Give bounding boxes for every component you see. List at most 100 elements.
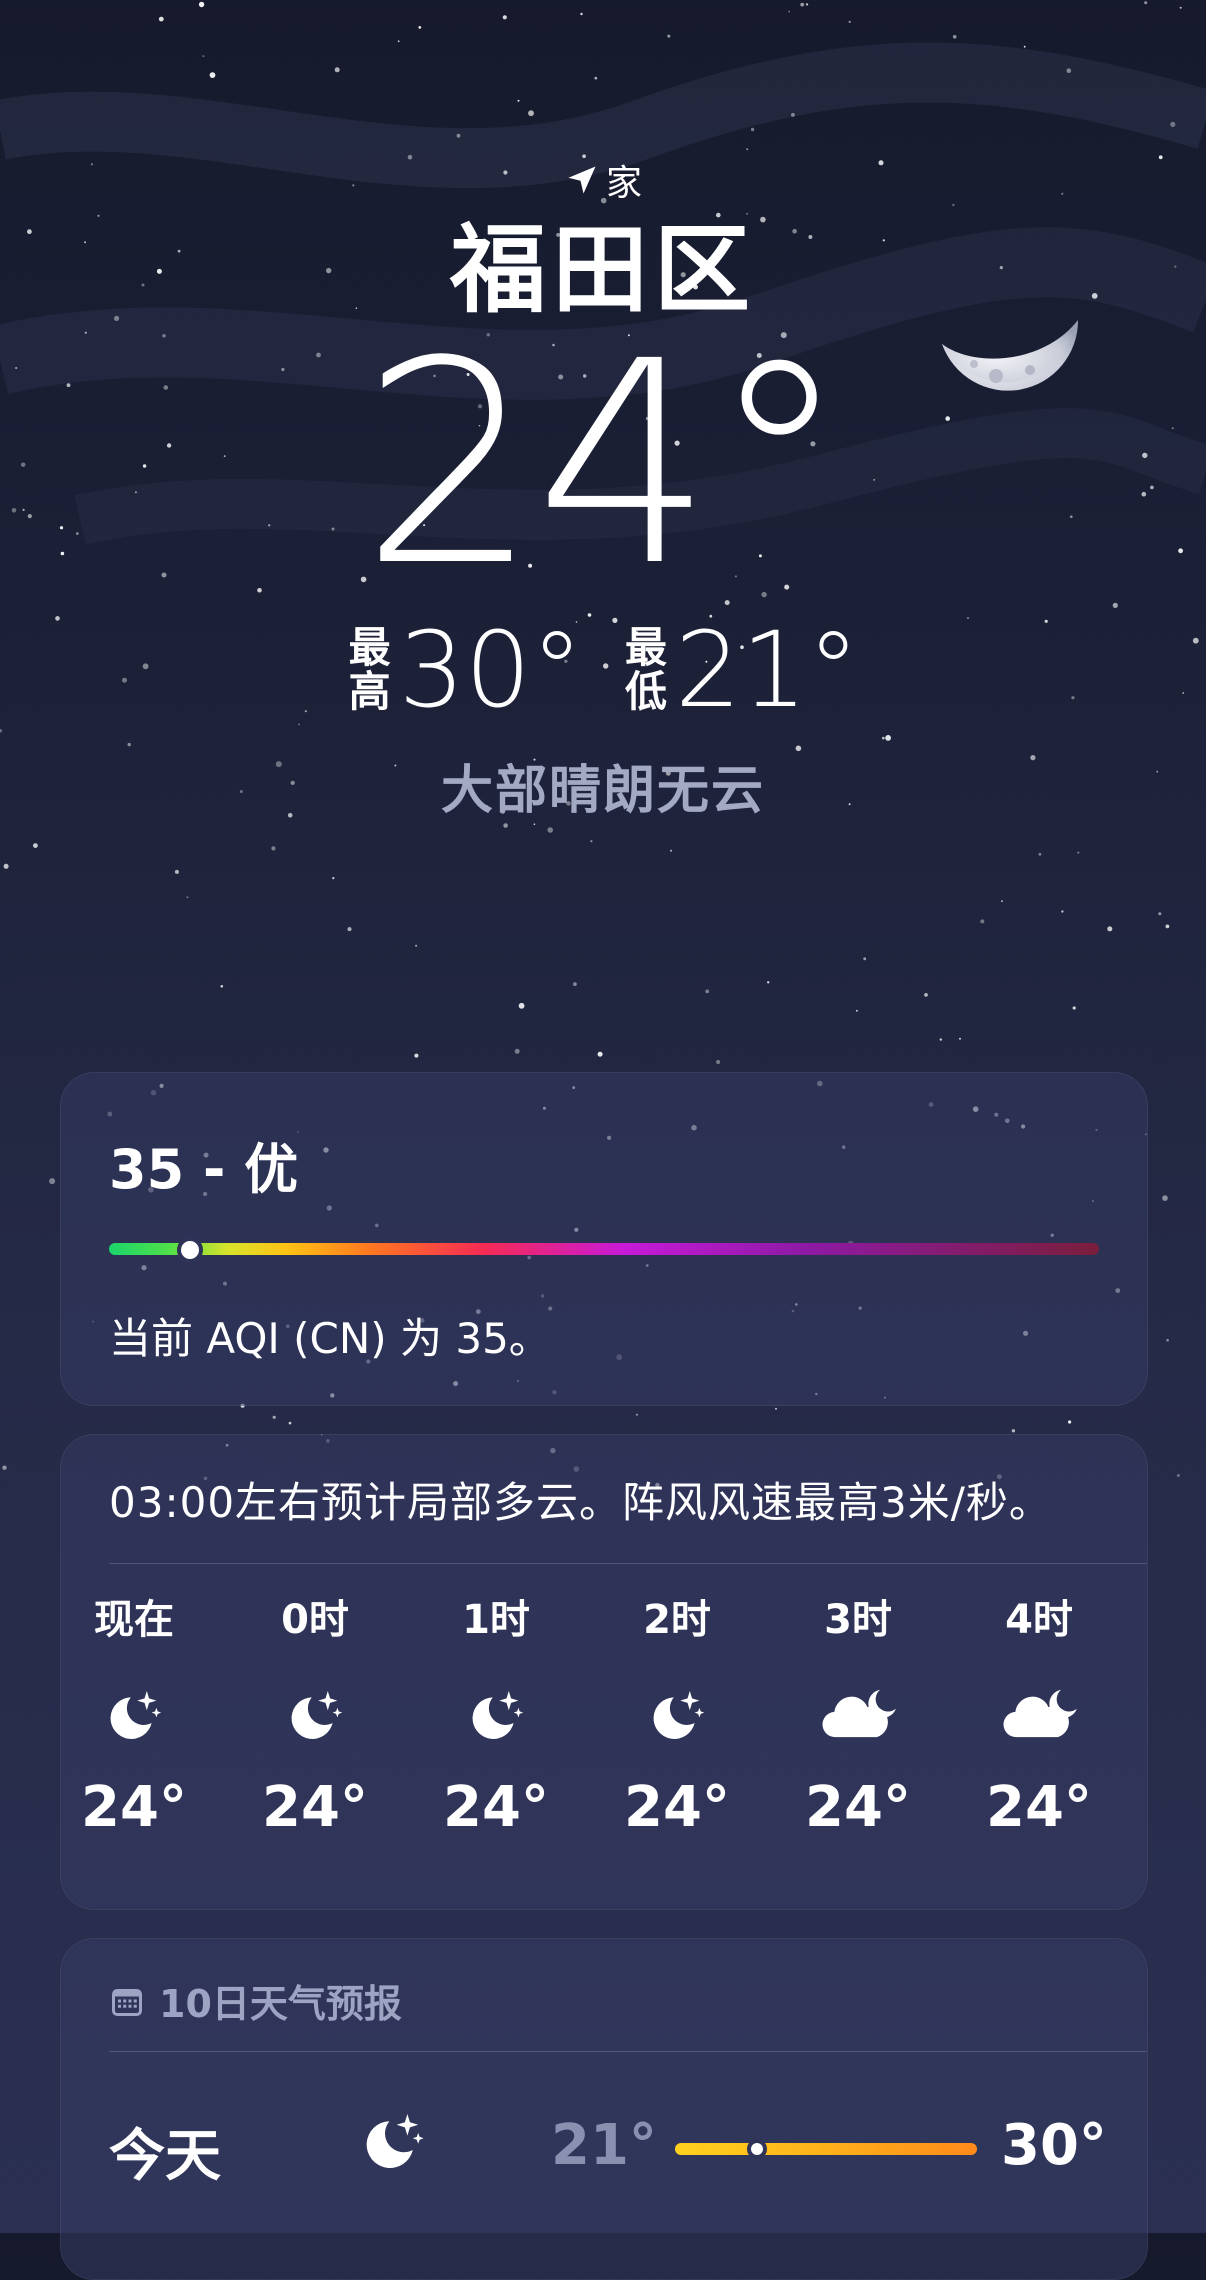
star [670,849,673,852]
cloud-moon-icon [964,1675,1114,1755]
hour-label: 1时 [462,1597,530,1643]
divider [109,2051,1147,2052]
star [856,1009,858,1012]
hour-label: 2时 [643,1597,711,1643]
star [1061,910,1064,913]
cloud-moon-icon [783,1675,933,1755]
hour-temp: 24° [624,1775,730,1840]
star [49,1178,56,1185]
star [882,736,885,740]
moon-stars-icon [421,1675,571,1755]
hour-temp: 24° [262,1775,368,1840]
aqi-description: 当前 AQI (CN) 为 35。 [109,1314,551,1363]
hour-temp: 24° [805,1775,911,1840]
hour-item: 3时 24° [783,1595,933,1840]
day-low-temp: 21° [551,2113,657,2178]
temp-range-bar [675,2143,977,2155]
star [1165,924,1170,929]
star [939,1038,942,1041]
day-high-temp: 30° [1001,2113,1107,2178]
star [271,846,276,851]
star [590,840,593,843]
hour-label: 0时 [281,1597,349,1643]
star [127,742,131,747]
hourly-summary: 03:00左右预计局部多云。阵风风速最高3米/秒。 [109,1478,1052,1527]
star [573,982,577,986]
star [980,919,985,924]
star [1158,912,1162,916]
star [597,1051,603,1057]
star [716,1059,721,1065]
hour-temp: 24° [81,1775,187,1840]
hour-item: 4时 24° [964,1595,1114,1840]
star [174,869,179,874]
divider [109,1563,1147,1564]
star [1011,1429,1016,1433]
star [959,1037,961,1040]
hour-label: 4时 [1005,1597,1073,1643]
aqi-card[interactable]: 35 - 优 当前 AQI (CN) 为 35。 [60,1072,1148,1406]
aqi-indicator [177,1237,203,1263]
hour-temp: 24° [443,1775,549,1840]
star [288,1421,292,1425]
star [533,823,536,825]
star [3,863,9,869]
moon-stars-icon [357,2105,429,2181]
hour-label: 现在 [94,1597,174,1643]
star [767,981,770,984]
high-low-temps: 最高 30° 最低 21° [0,615,1206,725]
star [1166,1338,1169,1342]
star [547,827,553,833]
hour-item: 现在 24° [59,1595,209,1840]
condition-text: 大部晴朗无云 [440,761,765,821]
star [414,1053,419,1058]
day-label: 今天 [109,2124,221,2189]
location-header: 家 福田区 [0,150,1206,326]
star [1162,1195,1168,1201]
current-temp-indicator [747,2139,767,2159]
star [775,1407,777,1410]
star [220,985,224,988]
hour-label: 3时 [824,1597,892,1643]
star [1177,1474,1180,1477]
hourly-forecast-card[interactable]: 03:00左右预计局部多云。阵风风速最高3米/秒。 现在 24° 0时 24° 1时 24… [60,1434,1148,1910]
star [1038,852,1042,856]
star [272,1415,276,1419]
star [1001,900,1003,903]
star [347,927,352,932]
aqi-scale-bar [109,1243,1099,1255]
star [863,957,867,961]
star [503,823,508,828]
star [518,1002,525,1009]
low-label: 最低 [624,623,667,716]
moon-stars-icon [240,1675,390,1755]
star [635,1413,638,1416]
star [705,989,710,994]
hour-temp: 24° [986,1775,1092,1840]
hour-item: 0时 24° [240,1595,390,1840]
daily-header: 10日天气预报 [109,1973,402,2028]
low-temp: 21° [675,609,860,731]
moon-stars-icon [59,1675,209,1755]
location-row: 家 [0,150,1206,210]
star [0,729,2,733]
high-temp: 30° [398,609,583,731]
star [1077,851,1080,854]
star [186,896,189,899]
star [33,843,38,848]
star [924,993,928,997]
star [332,877,335,880]
high-label: 最高 [348,623,391,716]
daily-row-today[interactable]: 今天 21° 30° [61,2083,1147,2193]
star [415,944,418,947]
daily-forecast-card[interactable]: 10日天气预报 今天 21° 30° [60,1938,1148,2280]
star [2,1465,7,1470]
hour-item: 2时 24° [602,1595,752,1840]
location-label: 家 [605,163,642,204]
moon-stars-icon [602,1675,752,1755]
current-temperature: 24° [360,302,849,628]
daily-title: 10日天气预报 [159,1982,402,2026]
hour-item: 1时 24° [421,1595,571,1840]
calendar-icon [112,1988,142,2016]
location-arrow-icon [568,166,596,194]
